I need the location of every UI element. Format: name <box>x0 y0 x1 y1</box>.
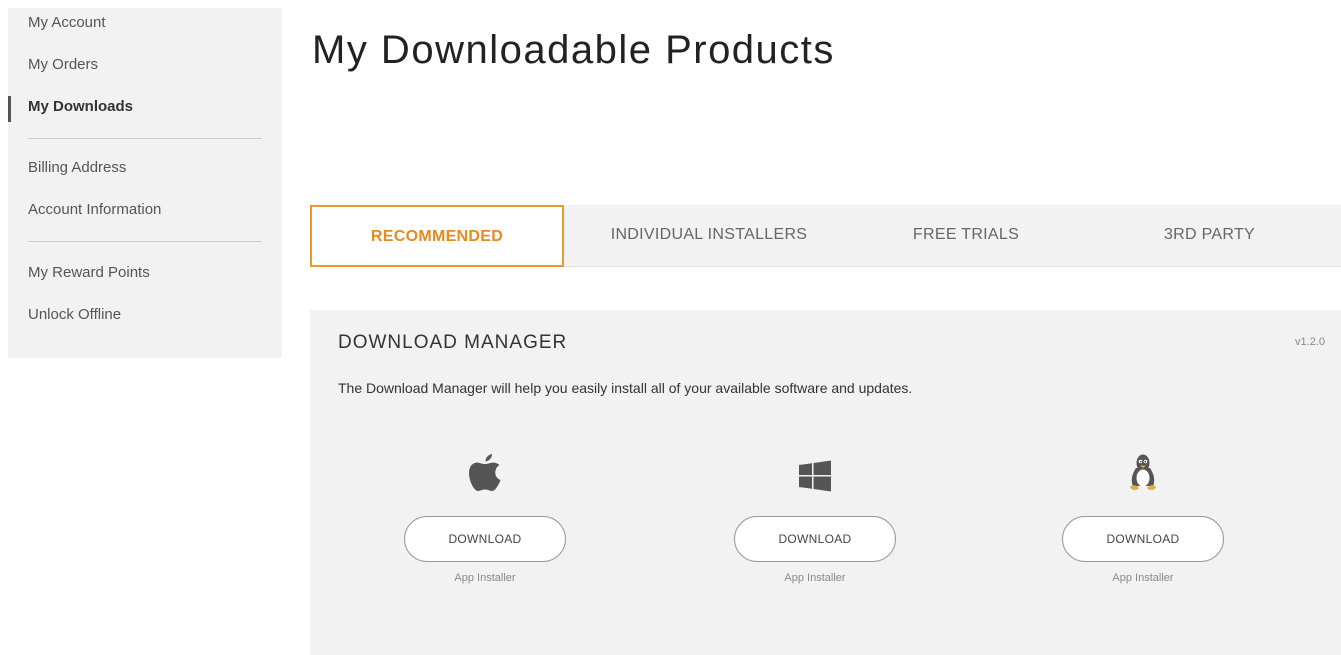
version-label: v1.2.0 <box>1295 336 1325 348</box>
app-installer-caption: App Installer <box>454 572 516 584</box>
tab-recommended[interactable]: RECOMMENDED <box>310 205 564 267</box>
sidebar-divider <box>28 241 262 242</box>
sidebar-item-account-information[interactable]: Account Information <box>8 189 282 231</box>
sidebar-item-my-account[interactable]: My Account <box>8 8 282 44</box>
sidebar-item-billing-address[interactable]: Billing Address <box>8 149 282 189</box>
linux-tux-icon <box>1062 450 1224 492</box>
panel-title: DOWNLOAD MANAGER <box>338 332 568 353</box>
download-tabs: RECOMMENDED INDIVIDUAL INSTALLERS FREE T… <box>310 205 1341 267</box>
tab-3rd-party[interactable]: 3RD PARTY <box>1078 205 1341 267</box>
platform-linux: DOWNLOAD App Installer <box>1062 450 1224 584</box>
windows-icon <box>734 450 896 492</box>
sidebar-divider <box>28 138 262 139</box>
sidebar-item-my-downloads[interactable]: My Downloads <box>8 86 282 128</box>
download-windows-button[interactable]: DOWNLOAD <box>734 516 896 562</box>
account-sidebar: My Account My Orders My Downloads Billin… <box>8 8 282 358</box>
tab-free-trials[interactable]: FREE TRIALS <box>854 205 1078 267</box>
sidebar-item-reward-points[interactable]: My Reward Points <box>8 252 282 294</box>
download-mac-button[interactable]: DOWNLOAD <box>404 516 566 562</box>
sidebar-item-my-orders[interactable]: My Orders <box>8 44 282 86</box>
download-linux-button[interactable]: DOWNLOAD <box>1062 516 1224 562</box>
sidebar-group-other: My Reward Points Unlock Offline <box>8 252 282 336</box>
sidebar-item-unlock-offline[interactable]: Unlock Offline <box>8 294 282 336</box>
panel-description: The Download Manager will help you easil… <box>338 380 913 396</box>
apple-icon <box>404 450 566 492</box>
sidebar-group-account: My Account My Orders My Downloads <box>8 8 282 128</box>
platform-mac: DOWNLOAD App Installer <box>404 450 566 584</box>
platform-windows: DOWNLOAD App Installer <box>734 450 896 584</box>
page: My Account My Orders My Downloads Billin… <box>0 0 1341 655</box>
page-title: My Downloadable Products <box>312 28 835 72</box>
sidebar-group-info: Billing Address Account Information <box>8 149 282 231</box>
app-installer-caption: App Installer <box>1112 572 1174 584</box>
tab-individual-installers[interactable]: INDIVIDUAL INSTALLERS <box>564 205 854 267</box>
download-manager-panel: DOWNLOAD MANAGER v1.2.0 The Download Man… <box>310 310 1341 655</box>
app-installer-caption: App Installer <box>784 572 846 584</box>
